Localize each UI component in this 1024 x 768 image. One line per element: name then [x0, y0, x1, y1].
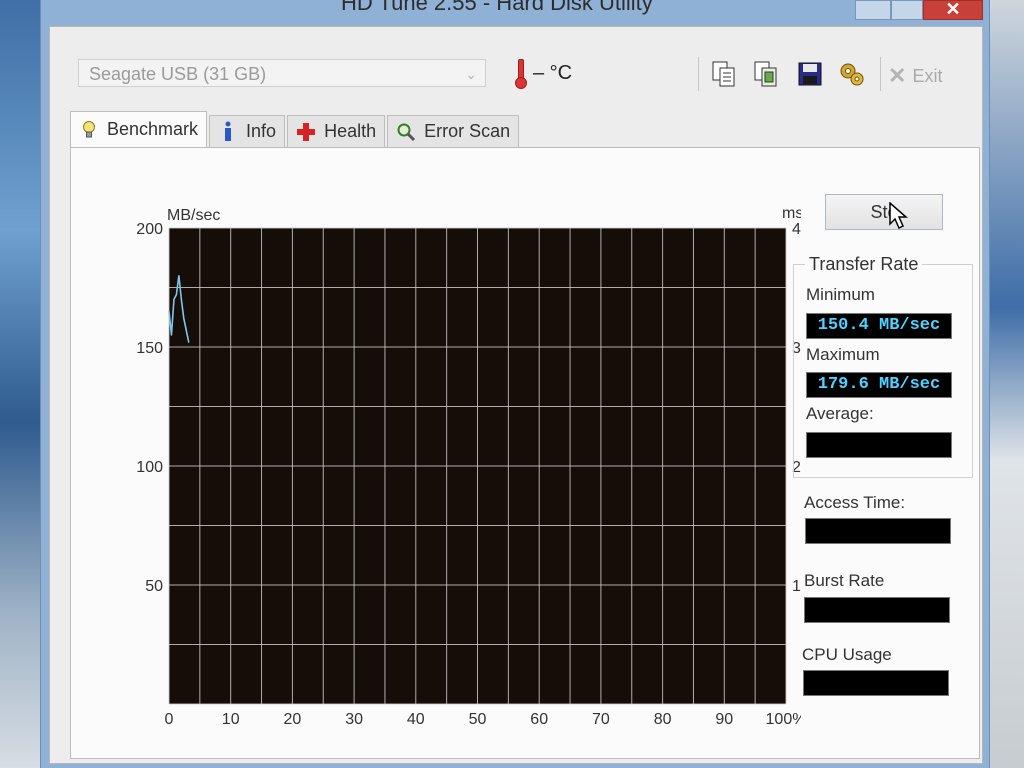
- data-point: [170, 334, 173, 336]
- toolbar-separator: [698, 57, 699, 91]
- close-button[interactable]: ✕: [923, 0, 983, 20]
- average-value: [806, 432, 952, 458]
- x-tick-label: 70: [592, 711, 610, 728]
- app-window: HD Tune 2.55 - Hard Disk Utility ✕ Seaga…: [40, 0, 990, 768]
- data-point: [173, 298, 175, 300]
- tab-label: Info: [246, 121, 277, 141]
- info-icon: [218, 121, 238, 143]
- x-tick-label: 40: [407, 711, 425, 728]
- y-axis-label-left: MB/sec: [167, 207, 220, 224]
- toolbar-separator: [880, 57, 881, 91]
- minimize-button[interactable]: [855, 0, 891, 20]
- data-point: [178, 275, 180, 277]
- close-icon: ✕: [888, 63, 907, 88]
- drive-select[interactable]: Seagate USB (31 GB) ⌄: [78, 59, 486, 87]
- chevron-down-icon: ⌄: [465, 66, 477, 82]
- lightbulb-icon: [79, 119, 99, 141]
- mouse-pointer-icon: [889, 202, 908, 230]
- stop-button[interactable]: Sto: [825, 194, 943, 230]
- burst-rate-value: [804, 597, 950, 623]
- x-tick-label: 0: [165, 711, 174, 728]
- drive-select-value: Seagate USB (31 GB): [89, 64, 267, 84]
- copy-text-icon: [712, 61, 735, 87]
- x-tick-label: 90: [715, 711, 733, 728]
- x-tick-label: 30: [345, 711, 363, 728]
- tab-label: Health: [324, 121, 377, 141]
- data-point: [183, 317, 185, 320]
- y-tick-label-right: 40: [792, 221, 801, 238]
- transfer-rate-title: Transfer Rate: [805, 254, 923, 275]
- data-point: [168, 310, 170, 312]
- save-icon: [798, 62, 822, 86]
- data-point: [188, 341, 190, 343]
- cpu-usage-label: CPU Usage: [802, 645, 892, 664]
- options-button[interactable]: [836, 57, 868, 91]
- temperature-value: – °C: [533, 61, 573, 84]
- y-tick-label-left: 100: [136, 459, 163, 476]
- desktop-background-left: [0, 0, 44, 768]
- y-tick-label-left: 200: [136, 221, 163, 238]
- title-bar[interactable]: HD Tune 2.55 - Hard Disk Utility ✕: [41, 0, 989, 26]
- x-tick-label: 10: [222, 711, 240, 728]
- cpu-usage-value: [803, 670, 949, 696]
- x-tick-label: 100%: [766, 711, 801, 728]
- tab-bar: Benchmark Info Health Error Scan: [70, 111, 521, 147]
- minimum-value: 150.4 MB/sec: [806, 313, 952, 339]
- x-tick-label: 60: [530, 711, 548, 728]
- copy-text-button[interactable]: [708, 57, 740, 91]
- transfer-rate-chart: 0102030405060708090100%20015010050403020…: [136, 205, 810, 728]
- y-axis-label-right: ms: [782, 205, 801, 222]
- maximize-button[interactable]: [891, 0, 923, 20]
- average-label: Average:: [806, 404, 874, 423]
- tab-benchmark[interactable]: Benchmark: [70, 111, 208, 147]
- options-icon: [840, 63, 864, 86]
- y-tick-label-left: 150: [136, 340, 163, 357]
- tab-label: Error Scan: [424, 121, 511, 141]
- thermometer-icon: [515, 59, 527, 89]
- tab-error-scan[interactable]: Error Scan: [387, 115, 520, 147]
- y-tick-label-left: 50: [145, 578, 163, 595]
- x-tick-label: 20: [284, 711, 302, 728]
- copy-screenshot-button[interactable]: [750, 57, 782, 91]
- maximum-label: Maximum: [806, 345, 880, 364]
- burst-rate-label: Burst Rate: [804, 571, 885, 590]
- y-tick-label-right: 10: [792, 578, 801, 595]
- window-title: HD Tune 2.55 - Hard Disk Utility: [341, 0, 653, 15]
- access-time-label: Access Time:: [804, 493, 906, 512]
- tab-info[interactable]: Info: [209, 115, 286, 147]
- client-area: Seagate USB (31 GB) ⌄ – °C ✕ Exit Benchm…: [49, 26, 983, 764]
- save-button[interactable]: [794, 57, 826, 91]
- x-tick-label: 80: [654, 711, 672, 728]
- temperature-readout: – °C: [515, 57, 572, 89]
- health-cross-icon: [296, 121, 316, 143]
- x-tick-label: 50: [469, 711, 487, 728]
- exit-button[interactable]: ✕ Exit: [888, 61, 942, 91]
- data-point: [175, 294, 178, 296]
- minimum-label: Minimum: [806, 285, 875, 304]
- close-icon: ✕: [945, 0, 961, 19]
- magnifier-icon: [396, 121, 416, 143]
- maximum-value: 179.6 MB/sec: [806, 372, 952, 398]
- desktop-background-right: [984, 0, 1024, 768]
- exit-label: Exit: [912, 65, 943, 86]
- data-point: [185, 329, 187, 331]
- tab-health[interactable]: Health: [287, 115, 386, 147]
- benchmark-panel: 0102030405060708090100%20015010050403020…: [70, 147, 980, 759]
- data-point: [180, 298, 182, 300]
- benchmark-chart: 0102030405060708090100%20015010050403020…: [71, 148, 810, 758]
- copy-screenshot-icon: [754, 61, 777, 87]
- access-time-value: [805, 518, 951, 544]
- tab-label: Benchmark: [107, 119, 199, 139]
